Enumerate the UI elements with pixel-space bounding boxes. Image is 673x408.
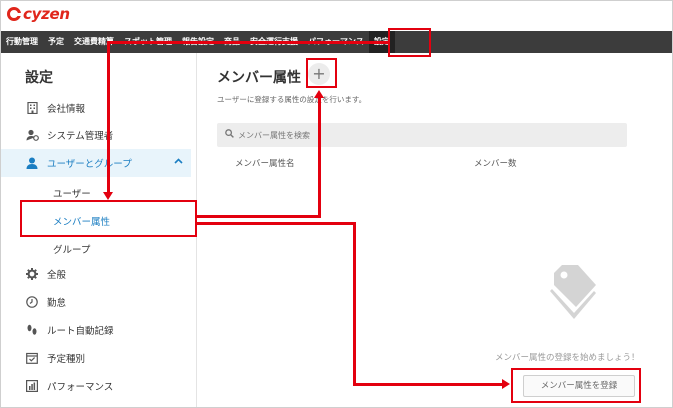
search-input[interactable] (238, 130, 598, 140)
annotation-line (107, 41, 389, 44)
clock-icon (25, 295, 39, 309)
sidebar-item-general[interactable]: 全般 (1, 260, 191, 287)
sidebar-item-label: 会社情報 (47, 103, 86, 115)
tag-icon (542, 263, 600, 327)
sidebar-item-route-recording[interactable]: ルート自動記録 (1, 316, 191, 343)
logo[interactable]: cyzen (7, 5, 70, 23)
column-header-attribute-name[interactable]: メンバー属性名 (235, 157, 295, 169)
highlight-member-attributes (20, 200, 197, 237)
page-title: メンバー属性 (217, 70, 301, 86)
bar-chart-icon (25, 379, 39, 393)
main-content: メンバー属性 + ユーザーに登録する属性の設定を行います。 メンバー属性名 メン… (197, 53, 672, 407)
sidebar-item-label: ルート自動記録 (47, 325, 114, 337)
sidebar-item-schedule-types[interactable]: 予定種別 (1, 344, 191, 371)
arrow-up-icon (314, 90, 324, 98)
annotation-line (197, 215, 321, 218)
chevron-up-icon[interactable] (174, 157, 183, 167)
user-icon (25, 156, 39, 170)
sidebar-item-label: システム管理者 (47, 130, 114, 142)
logo-mark-icon (7, 7, 22, 21)
annotation-line (197, 222, 356, 225)
annotation-line (353, 222, 356, 386)
app-window: cyzen 行動管理 予定 交通費精算 スポット管理 報告設定 商品 安全運行支… (0, 0, 673, 408)
sidebar-item-performance[interactable]: パフォーマンス (1, 372, 191, 399)
sidebar-item-label: パフォーマンス (47, 381, 114, 393)
highlight-add-button (306, 58, 337, 88)
search-icon (225, 129, 234, 141)
sidebar-subitem-groups[interactable]: グループ (53, 242, 90, 256)
building-icon (25, 101, 39, 115)
calendar-check-icon (25, 351, 39, 365)
annotation-line (318, 97, 321, 217)
annotation-line (107, 41, 110, 193)
nav-item-schedule[interactable]: 予定 (43, 31, 69, 53)
sidebar-item-label: 勤怠 (47, 297, 67, 309)
logo-text: cyzen (23, 5, 70, 23)
sidebar-item-users-and-groups[interactable]: ユーザーとグループ (1, 149, 191, 177)
sidebar-title: 設定 (25, 70, 53, 86)
sidebar-item-label: ユーザーとグループ (47, 159, 132, 170)
annotation-line (353, 383, 503, 386)
sidebar-item-attendance[interactable]: 勤怠 (1, 288, 191, 315)
sidebar-item-company-info[interactable]: 会社情報 (1, 94, 191, 121)
sidebar-item-system-admin[interactable]: システム管理者 (1, 121, 191, 148)
column-header-member-count[interactable]: メンバー数 (474, 157, 517, 169)
sidebar-item-label: 全般 (47, 269, 67, 281)
arrow-down-icon (103, 192, 113, 200)
nav-item-action-management[interactable]: 行動管理 (1, 31, 43, 53)
admin-user-icon (25, 128, 39, 142)
sidebar-item-label: 予定種別 (47, 353, 86, 365)
arrow-right-icon (502, 379, 510, 389)
footprints-icon (25, 323, 39, 337)
highlight-settings-nav (388, 28, 431, 57)
logo-bar: cyzen (1, 1, 672, 31)
page-description: ユーザーに登録する属性の設定を行います。 (217, 95, 367, 104)
empty-state-message: メンバー属性の登録を始めましょう！ (495, 353, 640, 363)
sidebar-subitem-users[interactable]: ユーザー (53, 186, 91, 200)
highlight-register-button (511, 368, 641, 403)
search-bar (217, 123, 627, 147)
gear-icon (25, 267, 39, 281)
